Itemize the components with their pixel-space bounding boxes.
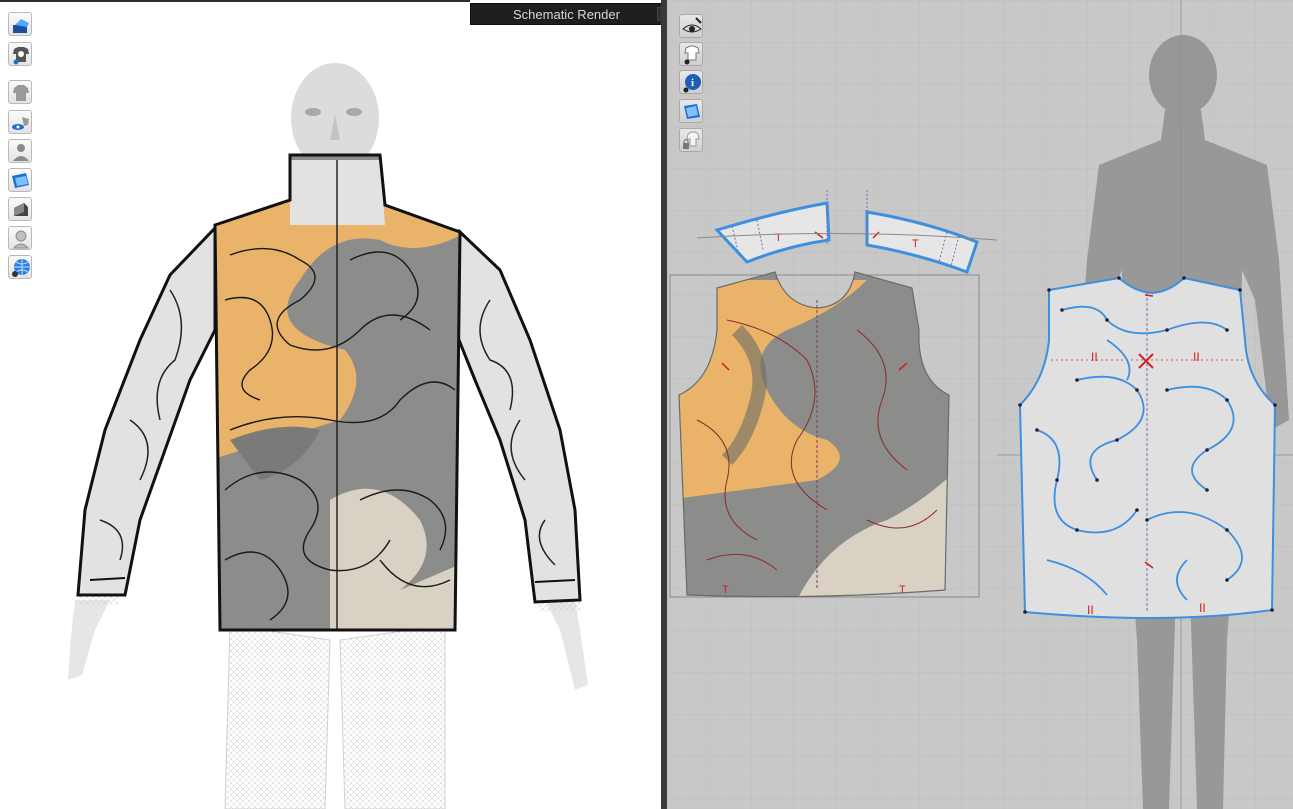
show-garment-2d-icon[interactable]	[679, 42, 703, 66]
garment-3d-render[interactable]	[0, 0, 661, 809]
texture-2d-icon[interactable]	[679, 99, 703, 123]
svg-text:T: T	[722, 584, 729, 596]
lock-garment-icon[interactable]	[679, 128, 703, 152]
viewport-3d[interactable]: Schematic Render ✕	[0, 0, 661, 809]
svg-text:T: T	[899, 584, 906, 596]
schematic-render-title: Schematic Render	[513, 7, 620, 22]
svg-text:II: II	[1199, 601, 1206, 615]
svg-text:II: II	[1087, 603, 1094, 617]
svg-text:II: II	[1193, 350, 1200, 364]
visibility-icon[interactable]	[679, 14, 703, 38]
back-pattern-piece[interactable]: II II II II	[1018, 276, 1277, 620]
pattern-grid: T T T T II II II II	[667, 0, 1293, 809]
viewport-2d[interactable]: T T T T II II II II i	[667, 0, 1293, 809]
svg-text:II: II	[1091, 350, 1098, 364]
schematic-render-window[interactable]: Schematic Render ✕	[470, 3, 661, 25]
avatar-legs	[224, 624, 446, 809]
svg-text:i: i	[691, 77, 694, 89]
svg-text:T: T	[912, 238, 919, 250]
info-icon[interactable]: i	[679, 70, 703, 94]
